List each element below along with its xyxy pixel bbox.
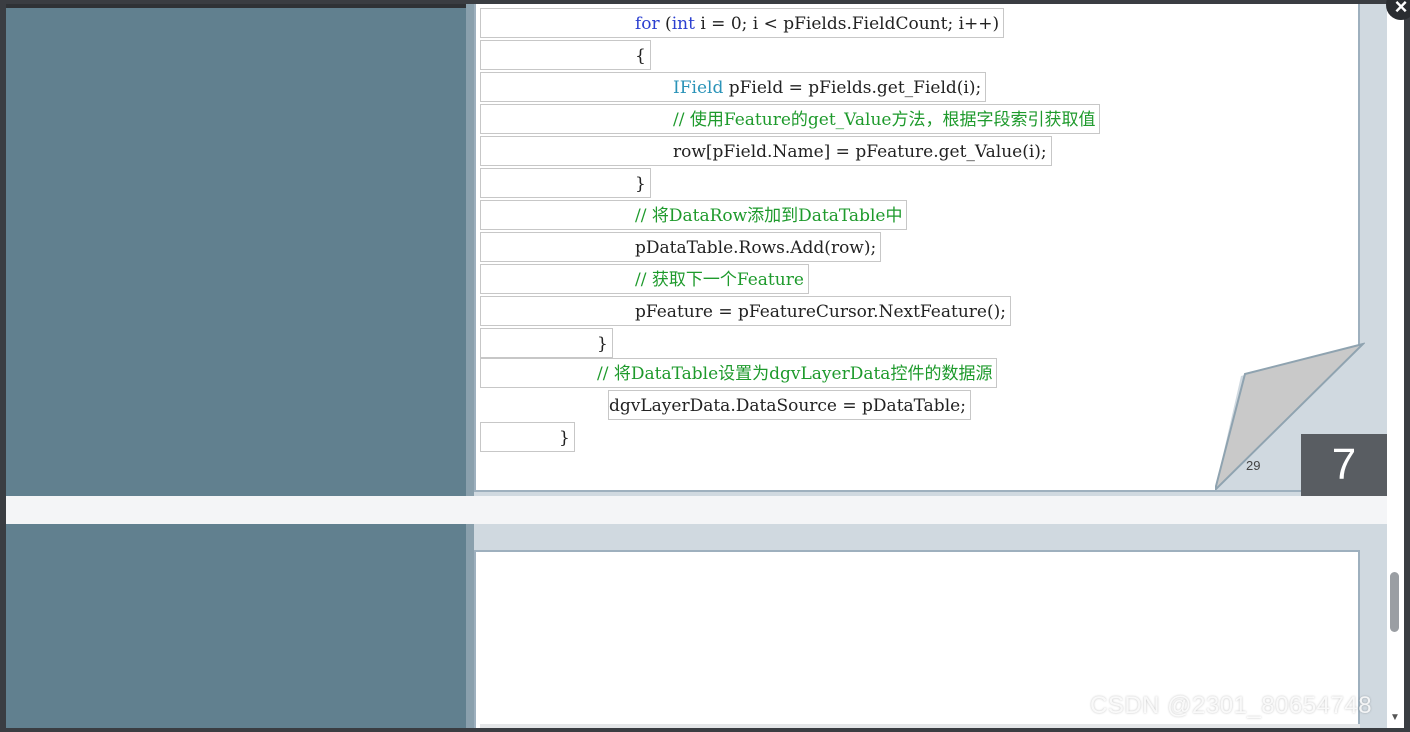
code-line: for (int i = 0; i < pFields.FieldCount; …: [480, 8, 1005, 38]
code-text: }: [635, 174, 646, 194]
code-text: pFeature = pFeatureCursor.NextFeature();: [635, 302, 1006, 322]
code-line: // 将DataRow添加到DataTable中: [480, 200, 908, 230]
code-text: row[pField.Name] = pFeature.get_Value(i)…: [673, 142, 1047, 162]
code-text: pDataTable.Rows.Add(row);: [635, 238, 877, 258]
code-keyword: int: [671, 14, 695, 34]
code-comment: // 获取下一个Feature: [635, 270, 804, 290]
page-gap: [6, 496, 1387, 524]
code-comment: // 将DataTable设置为dgvLayerData控件的数据源: [597, 364, 993, 384]
code-text: i = 0; i < pFields.FieldCount; i++): [694, 14, 1000, 34]
scroll-down-icon[interactable]: ▼: [1390, 712, 1400, 723]
code-line: {: [480, 40, 651, 70]
code-line: // 获取下一个Feature: [480, 264, 809, 294]
code-line: // 将DataTable设置为dgvLayerData控件的数据源: [480, 358, 998, 388]
watermark: CSDN @2301_80654748: [1090, 692, 1373, 719]
code-line: pFeature = pFeatureCursor.NextFeature();: [480, 296, 1011, 326]
code-line: // 使用Feature的get_Value方法，根据字段索引获取值: [480, 104, 1101, 134]
scrollbar-thumb[interactable]: [1390, 572, 1399, 632]
code-line: pDataTable.Rows.Add(row);: [480, 232, 882, 262]
page-number: 29: [1246, 458, 1261, 473]
slide-number-badge: 7: [1301, 434, 1387, 496]
code-line: row[pField.Name] = pFeature.get_Value(i)…: [480, 136, 1052, 166]
code-text: }: [559, 428, 570, 448]
code-text: {: [635, 46, 646, 66]
code-text: dgvLayerData.DataSource = pDataTable;: [609, 396, 966, 416]
code-text: pField = pFields.get_Field(i);: [723, 78, 982, 98]
code-keyword: IField: [673, 78, 724, 98]
code-line: }: [480, 168, 651, 198]
document-shadow: [466, 4, 474, 728]
code-line: IField pField = pFields.get_Field(i);: [480, 72, 987, 102]
code-text: (: [659, 14, 672, 34]
code-text: }: [597, 334, 608, 354]
code-line: }: [480, 422, 575, 452]
code-line: }: [480, 328, 613, 358]
code-comment: // 使用Feature的get_Value方法，根据字段索引获取值: [673, 110, 1096, 130]
code-keyword: for: [635, 14, 660, 34]
viewer-frame: for (int i = 0; i < pFields.FieldCount; …: [6, 4, 1387, 728]
code-comment: // 将DataRow添加到DataTable中: [635, 206, 903, 226]
code-line: dgvLayerData.DataSource = pDataTable;: [608, 390, 971, 420]
next-slide-peek: [480, 724, 1360, 728]
